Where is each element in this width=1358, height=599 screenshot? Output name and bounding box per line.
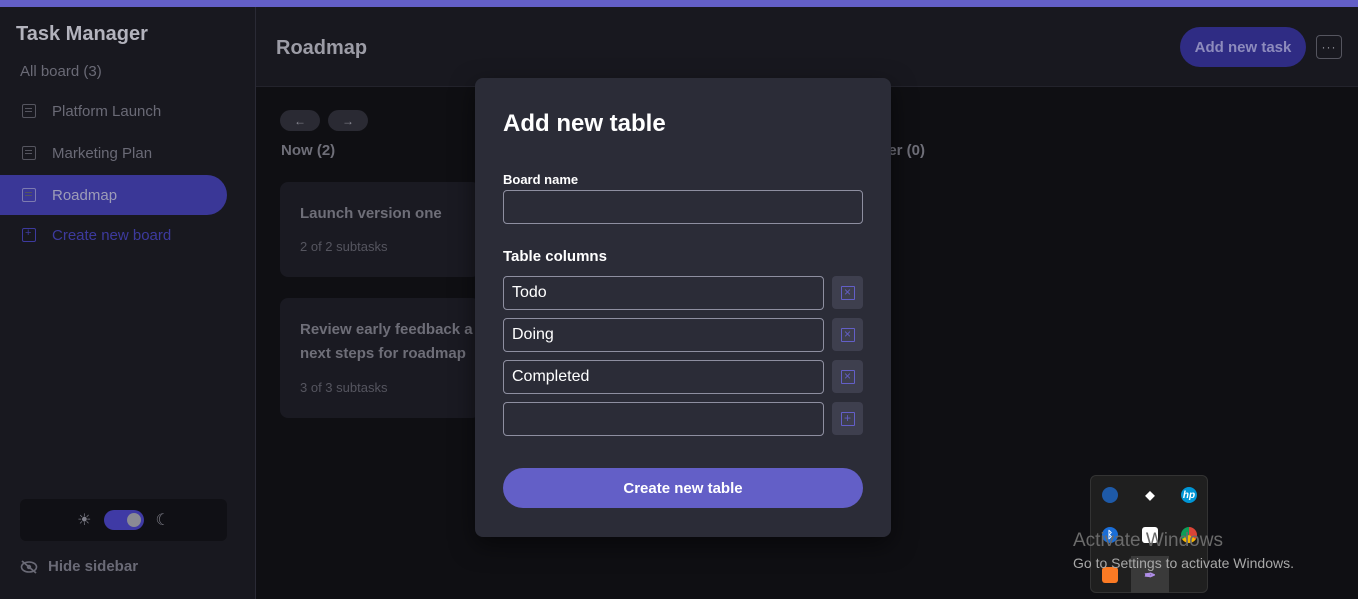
scroll-right-button[interactable]: → <box>328 110 368 131</box>
close-icon: × <box>840 327 855 342</box>
sidebar-item-roadmap[interactable]: Roadmap <box>0 175 227 215</box>
hide-sidebar-button[interactable]: Hide sidebar <box>20 558 138 575</box>
top-accent-bar <box>0 0 1358 7</box>
remove-column-button[interactable]: × <box>832 360 863 393</box>
board-icon <box>22 104 36 118</box>
page-title: Roadmap <box>276 37 368 59</box>
board-name-label: Board name <box>503 172 579 187</box>
activate-windows-subtitle: Go to Settings to activate Windows. <box>1073 555 1294 571</box>
header: Roadmap Add new task ··· <box>256 7 1358 87</box>
remove-column-button[interactable]: × <box>832 276 863 309</box>
hide-sidebar-label: Hide sidebar <box>48 558 139 575</box>
sidebar-item-platform-launch[interactable]: Platform Launch <box>0 91 227 131</box>
theme-toggle[interactable] <box>103 510 144 530</box>
task-title: Launch version one <box>300 205 442 222</box>
column-input-todo[interactable] <box>503 276 824 310</box>
plus-icon: + <box>840 411 855 426</box>
task-subtasks: 2 of 2 subtasks <box>300 239 388 254</box>
add-table-modal: Add new table Board name Table columns ×… <box>475 78 891 537</box>
sun-icon: ☀ <box>77 512 92 529</box>
remove-column-button[interactable]: × <box>832 318 863 351</box>
sidebar-item-marketing-plan[interactable]: Marketing Plan <box>0 133 227 173</box>
create-board-label: Create new board <box>52 226 172 244</box>
task-card[interactable]: Launch version one 2 of 2 subtasks <box>280 182 480 277</box>
board-count: All board (3) <box>20 63 102 80</box>
sidebar-item-label: Marketing Plan <box>52 144 153 162</box>
column-input-doing[interactable] <box>503 318 824 352</box>
add-new-task-button[interactable]: Add new task <box>1180 27 1306 67</box>
board-icon <box>22 146 36 160</box>
close-icon: × <box>840 285 855 300</box>
task-subtasks: 3 of 3 subtasks <box>300 380 388 395</box>
column-input-completed[interactable] <box>503 360 824 394</box>
windows-icon[interactable]: ◆ <box>1142 487 1158 503</box>
column-input-new[interactable] <box>503 402 824 436</box>
toggle-knob <box>126 513 141 527</box>
board-name-input[interactable] <box>503 190 863 224</box>
board-icon <box>22 188 36 202</box>
add-column-button[interactable]: + <box>832 402 863 435</box>
theme-switcher: ☀ ☾ <box>20 499 227 541</box>
more-options-icon[interactable]: ··· <box>1316 35 1342 59</box>
sidebar: Task Manager All board (3) Platform Laun… <box>0 7 256 599</box>
create-new-table-button[interactable]: Create new table <box>503 468 863 508</box>
app-title: Task Manager <box>16 23 148 45</box>
sidebar-item-label: Roadmap <box>52 186 118 204</box>
moon-icon: ☾ <box>155 512 170 529</box>
rocket-icon[interactable] <box>1102 487 1118 503</box>
scroll-left-button[interactable]: ← <box>280 110 320 131</box>
task-card[interactable]: Review early feedback a next steps for r… <box>280 298 480 418</box>
close-icon: × <box>840 369 855 384</box>
task-title-line-2: next steps for roadmap <box>300 345 466 362</box>
sidebar-item-label: Platform Launch <box>52 102 162 120</box>
eye-slash-icon <box>20 559 38 574</box>
add-board-icon <box>22 227 36 242</box>
create-new-board-button[interactable]: Create new board <box>0 215 227 255</box>
column-title: Now (2) <box>281 142 336 159</box>
activate-windows-title: Activate Windows <box>1073 530 1223 551</box>
task-title-line-1: Review early feedback a <box>300 321 473 338</box>
table-columns-label: Table columns <box>503 248 607 265</box>
modal-title: Add new table <box>503 110 666 137</box>
hp-icon[interactable]: hp <box>1181 487 1197 503</box>
